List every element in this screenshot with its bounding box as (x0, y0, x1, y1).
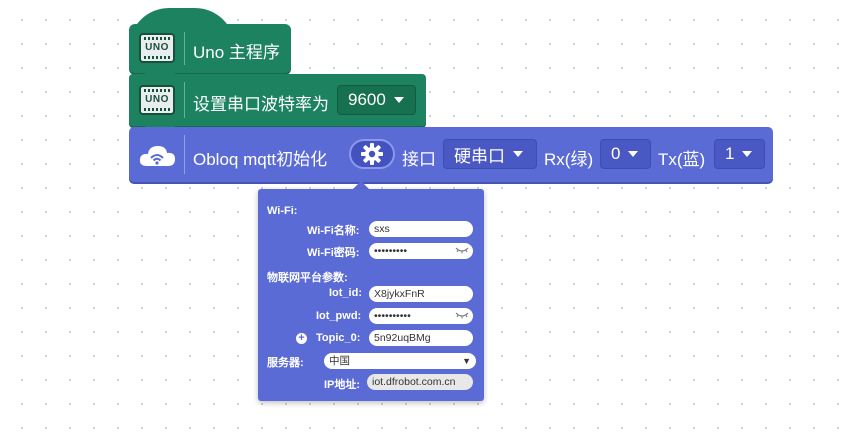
obloq-settings-popup: Wi-Fi: Wi-Fi名称: sxs Wi-Fi密码: ••••••••• 物… (258, 189, 484, 401)
baud-rate-value: 9600 (348, 90, 386, 109)
rx-dropdown[interactable]: 0 (600, 139, 651, 169)
wifi-name-label: Wi-Fi名称: (307, 225, 360, 237)
eye-closed-icon[interactable] (455, 245, 469, 255)
dropdown-triangle-icon: ▼ (462, 356, 471, 366)
uno-board-icon: UNO (137, 28, 177, 68)
iot-id-value: X8jykxFnR (374, 288, 425, 300)
wifi-cloud-icon (137, 135, 177, 175)
topic-value: 5n92uqBMg (374, 332, 431, 344)
block-divider (184, 82, 185, 118)
wifi-section-heading: Wi-Fi: (267, 205, 298, 217)
wifi-name-value: sxs (374, 223, 390, 235)
gear-icon (361, 143, 383, 165)
chevron-down-icon (513, 151, 523, 157)
uno-board-icon: UNO (137, 80, 177, 120)
settings-toggle-button[interactable] (349, 139, 395, 169)
port-label: 接口 (402, 150, 436, 169)
iot-pwd-input[interactable]: •••••••••• (369, 308, 473, 324)
uno-main-block[interactable]: UNO Uno 主程序 (129, 24, 291, 81)
server-label: 服务器: (267, 357, 304, 369)
baud-rate-dropdown[interactable]: 9600 (337, 85, 416, 115)
server-value: 中国 (329, 355, 350, 367)
chevron-down-icon (628, 151, 639, 157)
tx-label: Tx(蓝) (658, 150, 706, 169)
block-divider (184, 135, 185, 174)
eye-closed-icon[interactable] (455, 310, 469, 320)
port-dropdown[interactable]: 硬串口 (443, 139, 537, 169)
obloq-mqtt-init-block[interactable]: Obloq mqtt初始化 接口 硬串口 Rx(绿) 0 Tx(蓝) 1 (129, 127, 773, 182)
iot-section-heading: 物联网平台参数: (267, 272, 348, 284)
iot-pwd-label: Iot_pwd: (316, 310, 362, 322)
rx-label: Rx(绿) (544, 150, 594, 169)
wifi-pwd-value: ••••••••• (374, 245, 408, 257)
topic-label: Topic_0: (316, 332, 361, 344)
server-select[interactable]: 中国 ▼ (324, 353, 476, 369)
chevron-down-icon (393, 97, 404, 103)
iot-pwd-value: •••••••••• (374, 310, 411, 322)
block-divider (184, 32, 185, 65)
tx-value: 1 (725, 144, 735, 163)
rx-value: 0 (611, 144, 621, 163)
wifi-name-input[interactable]: sxs (369, 221, 473, 237)
wifi-pwd-label: Wi-Fi密码: (307, 247, 360, 259)
tx-dropdown[interactable]: 1 (714, 139, 765, 169)
serial-block-label: 设置串口波特率为 (193, 95, 329, 114)
topic-input[interactable]: 5n92uqBMg (369, 330, 473, 346)
port-value: 硬串口 (454, 146, 505, 166)
obloq-block-label: Obloq mqtt初始化 (193, 150, 328, 169)
ip-value: iot.dfrobot.com.cn (372, 376, 456, 388)
add-topic-icon[interactable]: + (296, 333, 307, 344)
ip-input: iot.dfrobot.com.cn (367, 374, 473, 390)
iot-id-input[interactable]: X8jykxFnR (369, 286, 473, 302)
ip-label: IP地址: (324, 379, 361, 391)
main-block-label: Uno 主程序 (193, 43, 280, 62)
iot-id-label: Iot_id: (329, 287, 362, 299)
chevron-down-icon (742, 151, 753, 157)
wifi-pwd-input[interactable]: ••••••••• (369, 243, 473, 259)
serial-baud-block[interactable]: UNO 设置串口波特率为 9600 (129, 74, 426, 134)
